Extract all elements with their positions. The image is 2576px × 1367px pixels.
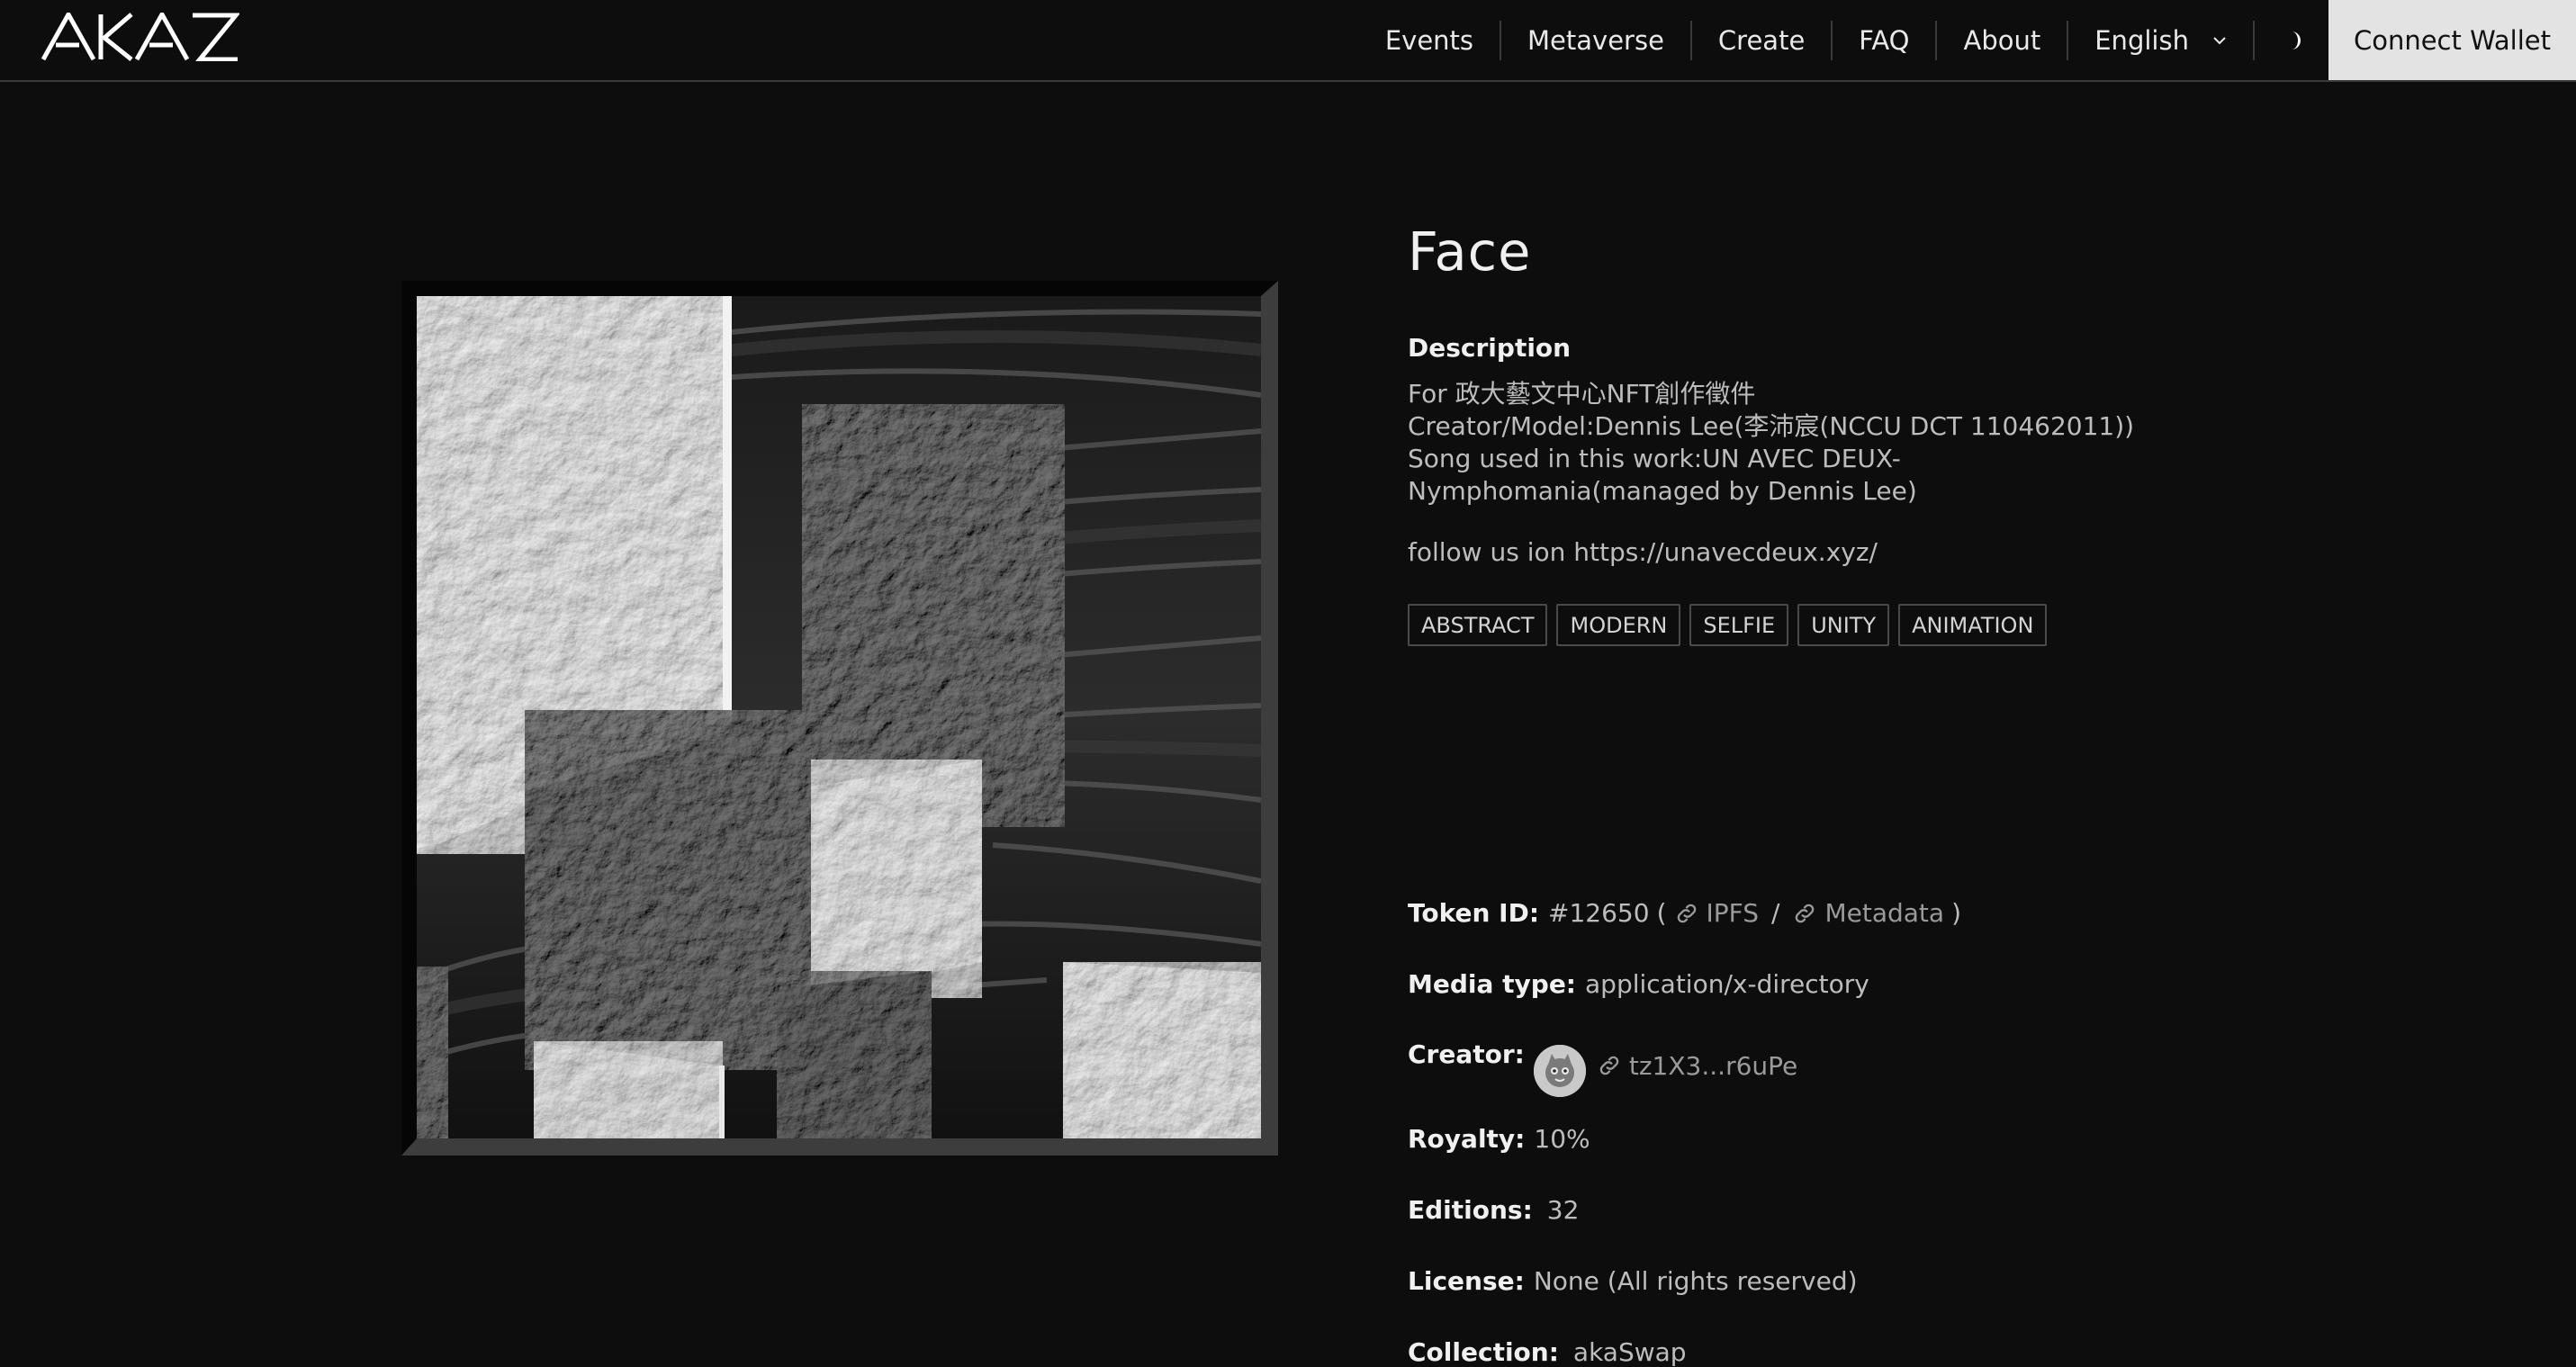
description-line: Song used in this work:UN AVEC DEUX-Nymp… [1408,444,1917,506]
media-type-value: application/x-directory [1585,969,1869,999]
nav-faq[interactable]: FAQ [1831,20,1935,60]
description-text: For 政大藝文中心NFT創作徵件 Creator/Model:Dennis L… [1408,378,2182,569]
token-id-label: Token ID: [1408,898,1540,928]
moon-icon [2291,31,2301,49]
tag-unity[interactable]: UNITY [1797,604,1890,646]
license-value: None (All rights reserved) [1533,1266,1858,1296]
token-id-row: Token ID: #12650 ( IPFS / Metadata ) [1408,898,1961,928]
royalty-row: Royalty: 10% [1408,1124,1590,1154]
link-icon [1677,904,1696,922]
creator-label: Creator: [1408,1039,1525,1069]
ipfs-link[interactable]: IPFS [1674,898,1760,928]
link-icon [1796,904,1815,922]
description-label: Description [1408,333,1572,363]
editions-row: Editions: 32 [1408,1195,1579,1225]
license-row: License: None (All rights reserved) [1408,1266,1858,1296]
collection-label: Collection: [1408,1337,1559,1367]
connect-wallet-button[interactable]: Connect Wallet [2328,0,2576,80]
creator-avatar-image [1533,1045,1586,1097]
main-nav: Events Metaverse Create FAQ About Englis… [1359,0,2576,80]
editions-value: 32 [1546,1195,1580,1225]
nav-about[interactable]: About [1935,20,2067,60]
top-header: Events Metaverse Create FAQ About Englis… [0,0,2576,82]
link-icon [1599,1056,1619,1075]
nav-metaverse[interactable]: Metaverse [1500,20,1690,60]
language-select[interactable]: English [2067,20,2253,60]
creator-row: Creator: tz1X3...r6uPe [1408,1039,1797,1097]
token-id-close-paren: ) [1951,898,1961,928]
creator-address-link[interactable]: tz1X3...r6uPe [1597,1051,1797,1081]
akaswap-logo[interactable] [41,13,239,61]
tag-abstract[interactable]: ABSTRACT [1408,604,1548,646]
metadata-link[interactable]: Metadata [1792,898,1944,928]
language-label: English [2094,24,2189,56]
token-id-value: #12650 [1548,898,1650,928]
token-details: Face Description For 政大藝文中心NFT創作徵件 Creat… [1408,216,2218,1367]
creator-address: tz1X3...r6uPe [1628,1050,1798,1081]
media-type-label: Media type: [1408,969,1577,999]
tag-modern[interactable]: MODERN [1556,604,1681,646]
tag-animation[interactable]: ANIMATION [1898,604,2048,646]
link-separator: / [1771,898,1780,928]
tag-list: ABSTRACT MODERN SELFIE UNITY ANIMATION [1408,604,2048,646]
royalty-label: Royalty: [1408,1124,1526,1154]
ipfs-label: IPFS [1706,898,1760,928]
nav-events[interactable]: Events [1359,21,1500,60]
collection-value[interactable]: akaSwap [1573,1337,1687,1367]
editions-label: Editions: [1408,1195,1533,1225]
token-id-open-paren: ( [1656,898,1667,928]
description-line: Creator/Model:Dennis Lee(李沛宸(NCCU DCT 11… [1408,411,2135,441]
license-label: License: [1408,1266,1525,1296]
collection-row: Collection: akaSwap [1408,1337,1687,1367]
description-followup: follow us ion https://unavecdeux.xyz/ [1408,537,1878,567]
artwork-frame [401,281,1278,1156]
nav-create[interactable]: Create [1689,20,1831,60]
creator-avatar[interactable] [1533,1045,1586,1097]
chevron-down-icon [2213,36,2226,44]
tag-selfie[interactable]: SELFIE [1689,604,1789,646]
artwork-image[interactable] [417,296,1261,1138]
metadata-label: Metadata [1824,898,1945,928]
royalty-value: 10% [1534,1124,1590,1154]
theme-toggle[interactable] [2252,20,2328,60]
description-line: For 政大藝文中心NFT創作徵件 [1408,379,1756,409]
token-title: Face [1408,220,1532,283]
media-type-row: Media type: application/x-directory [1408,969,1869,999]
